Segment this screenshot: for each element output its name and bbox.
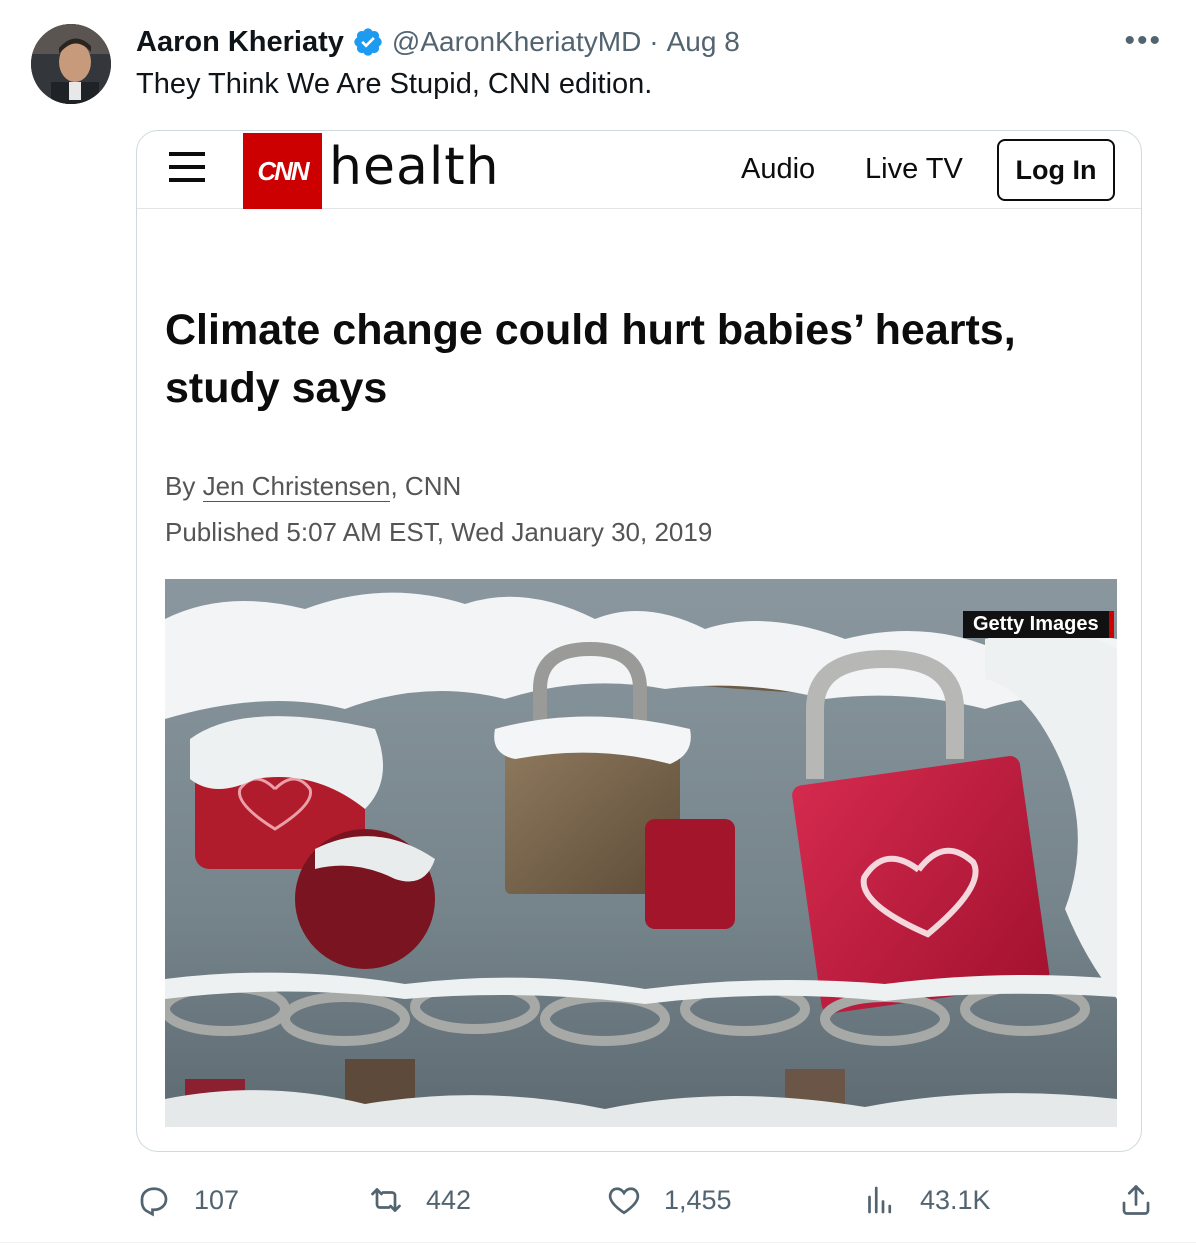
byline-suffix: , CNN (390, 471, 462, 501)
like-button[interactable]: 1,455 (606, 1178, 732, 1222)
photo-credit: Getty Images (963, 611, 1114, 638)
more-horizontal-icon[interactable]: ••• (1124, 24, 1162, 58)
article-headline: Climate change could hurt babies’ hearts… (165, 306, 1016, 412)
retweet-icon (368, 1182, 404, 1218)
reply-icon (136, 1182, 172, 1218)
views-icon (862, 1182, 898, 1218)
article-byline: By Jen Christensen, CNN (165, 471, 461, 502)
article-photo: Getty Images (165, 579, 1117, 1127)
reply-button[interactable]: 107 (136, 1178, 239, 1222)
share-icon (1118, 1182, 1154, 1218)
avatar[interactable] (31, 24, 111, 104)
views-count: 43.1K (920, 1184, 991, 1215)
tweet-text: They Think We Are Stupid, CNN edition. (136, 68, 653, 100)
byline-author-link[interactable]: Jen Christensen (202, 471, 391, 502)
nav-live-tv[interactable]: Live TV (865, 153, 963, 186)
tweet-date[interactable]: Aug 8 (667, 26, 740, 58)
media-card[interactable]: CNN health Audio Live TV Log In Climate … (136, 130, 1142, 1152)
views-button[interactable]: 43.1K (862, 1178, 991, 1222)
like-count: 1,455 (664, 1184, 732, 1215)
header-separator: · (649, 26, 659, 57)
cnn-logo[interactable]: CNN (243, 133, 322, 209)
login-button[interactable]: Log In (997, 139, 1115, 201)
hamburger-menu-icon[interactable] (169, 150, 205, 184)
author-handle[interactable]: @AaronKheriatyMD (392, 26, 641, 58)
share-button[interactable] (1118, 1178, 1154, 1222)
retweet-button[interactable]: 442 (368, 1178, 471, 1222)
verified-badge-icon (352, 26, 384, 58)
article-published: Published 5:07 AM EST, Wed January 30, 2… (165, 517, 713, 547)
byline-prefix: By (165, 471, 203, 501)
reply-count: 107 (194, 1184, 240, 1215)
padlocks-image (165, 579, 1117, 1127)
tweet-header: Aaron Kheriaty @AaronKheriatyMD · Aug 8 (136, 22, 1156, 62)
nav-audio[interactable]: Audio (741, 153, 815, 186)
like-icon (606, 1182, 642, 1218)
tweet-actions: 107 442 1,455 43.1K (136, 1178, 1162, 1222)
section-name[interactable]: health (329, 137, 500, 197)
cnn-navbar: CNN health Audio Live TV Log In (137, 131, 1141, 209)
retweet-count: 442 (426, 1184, 472, 1215)
avatar-photo (31, 24, 111, 104)
divider (0, 1242, 1196, 1243)
author-name[interactable]: Aaron Kheriaty (136, 26, 344, 59)
